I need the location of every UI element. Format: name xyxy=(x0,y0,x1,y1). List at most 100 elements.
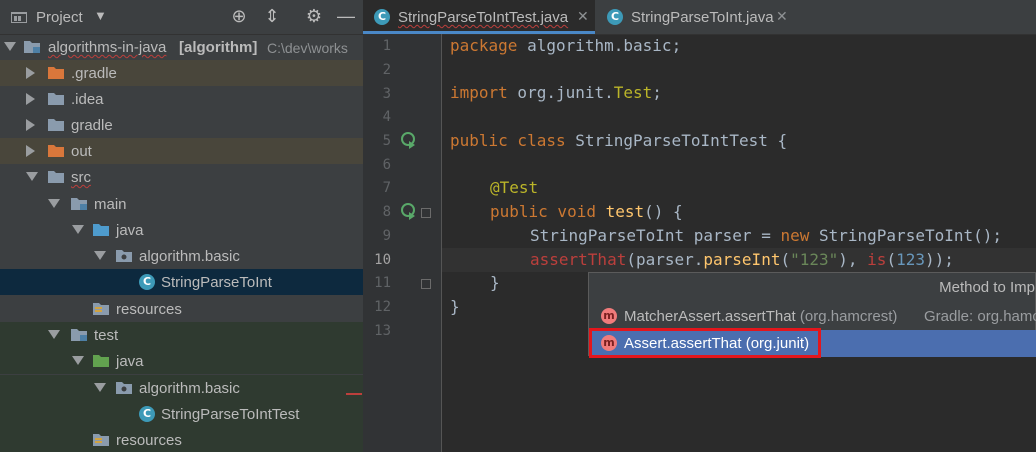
folder-icon xyxy=(48,93,64,105)
expand-arrow-icon[interactable] xyxy=(94,251,106,260)
expand-arrow-icon[interactable] xyxy=(26,172,38,181)
editor: C StringParseToIntTest.java ✕ C StringPa… xyxy=(363,0,1036,452)
tree-item-label: StringParseToInt xyxy=(161,274,272,291)
error-stripe-mark xyxy=(346,393,362,395)
tab-stringparsetoint[interactable]: C StringParseToInt.java ✕ xyxy=(596,0,796,34)
expand-arrow-icon[interactable] xyxy=(94,383,106,392)
tree-item-label: src xyxy=(71,169,91,186)
line-number: 9 xyxy=(382,228,391,244)
line-number: 8 xyxy=(382,204,391,220)
module-folder-icon xyxy=(71,329,87,341)
excluded-folder-icon xyxy=(48,67,64,79)
tree-item-main-java[interactable]: java xyxy=(0,217,363,243)
code-line-3: import org.junit.Test; xyxy=(450,83,662,102)
close-icon[interactable]: ✕ xyxy=(776,8,788,25)
expand-arrow-icon[interactable] xyxy=(48,199,60,208)
package-icon xyxy=(116,382,132,394)
method-icon: m xyxy=(601,308,617,324)
project-panel: Project ▼ ⊕ ⇕ ⚙ — algorithms-in-java [al… xyxy=(0,0,363,452)
line-number-current: 10 xyxy=(374,252,391,268)
tree-item-algorithms-in-java[interactable]: algorithms-in-java [algorithm] C:\dev\wo… xyxy=(0,34,363,60)
close-icon[interactable]: ✕ xyxy=(577,8,589,25)
tree-item-test[interactable]: test xyxy=(0,322,363,348)
code-line-10: assertThat(parser.parseInt("123"), is(12… xyxy=(530,250,954,269)
code-line-11: } xyxy=(490,273,500,292)
code-line-9: StringParseToInt parser = new StringPars… xyxy=(530,226,1003,245)
code-area[interactable]: package algorithm.basic; import org.juni… xyxy=(442,34,1036,452)
line-number: 6 xyxy=(382,157,391,173)
tab-label: StringParseToIntTest.java xyxy=(398,9,569,26)
module-folder-icon xyxy=(24,41,40,53)
tree-item-main-package[interactable]: algorithm.basic xyxy=(0,243,363,269)
code-line-7: @Test xyxy=(490,178,539,197)
source-folder-icon xyxy=(93,224,109,236)
minimize-icon[interactable]: — xyxy=(335,6,357,27)
tree-item-test-resources[interactable]: resources xyxy=(0,427,363,452)
expand-arrow-icon[interactable] xyxy=(26,119,35,131)
module-path: C:\dev\works xyxy=(267,40,348,56)
code-line-12: } xyxy=(450,297,460,316)
import-method-popup: Method to Imp m MatcherAssert.assertThat… xyxy=(588,272,1036,358)
crosshair-icon[interactable]: ⊕ xyxy=(228,6,250,27)
editor-gutter: 1 2 3 4 5 7 6 8 9 10 11 12 13 xyxy=(363,34,442,452)
module-folder-icon xyxy=(71,198,87,210)
tree-item-main[interactable]: main xyxy=(0,191,363,217)
resources-folder-icon xyxy=(93,434,109,446)
code-line-1: package algorithm.basic; xyxy=(450,36,682,55)
popup-title: Method to Imp xyxy=(939,279,1035,296)
code-line-5: public class StringParseToIntTest { xyxy=(450,131,788,150)
gear-icon[interactable]: ⚙ xyxy=(303,6,325,27)
tree-item-label: resources xyxy=(116,432,182,449)
test-source-folder-icon xyxy=(93,355,109,367)
tree-item-test-package[interactable]: algorithm.basic xyxy=(0,375,363,401)
tree-item-stringparsetoint[interactable]: C StringParseToInt xyxy=(0,269,363,295)
class-icon: C xyxy=(374,9,390,25)
package-icon xyxy=(116,250,132,262)
tree-item-label: .gradle xyxy=(71,65,117,82)
tree-item-label: java xyxy=(116,222,144,239)
expand-arrow-icon[interactable] xyxy=(72,356,84,365)
tree-item-test-java[interactable]: java xyxy=(0,348,363,374)
class-icon: C xyxy=(607,9,623,25)
tree-item-out[interactable]: out xyxy=(0,138,363,164)
chevron-down-icon[interactable]: ▼ xyxy=(94,8,107,23)
expand-arrow-icon[interactable] xyxy=(4,42,16,51)
expand-arrow-icon[interactable] xyxy=(26,93,35,105)
fold-icon[interactable] xyxy=(421,208,431,218)
tab-stringparsetointtest[interactable]: C StringParseToIntTest.java ✕ xyxy=(363,0,595,34)
popup-item-hint: Gradle: org.hamc xyxy=(924,308,1036,325)
tree-item-gradle-cache[interactable]: .gradle xyxy=(0,60,363,86)
expand-arrow-icon[interactable] xyxy=(48,330,60,339)
highlight-box xyxy=(589,328,821,358)
line-number: 5 xyxy=(382,133,391,149)
popup-item-assert[interactable]: m Assert.assertThat (org.junit) xyxy=(589,328,1036,358)
tree-item-main-resources[interactable]: resources xyxy=(0,296,363,322)
expand-arrow-icon[interactable] xyxy=(72,225,84,234)
folder-icon xyxy=(48,171,64,183)
line-number: 7 xyxy=(382,180,391,196)
tree-item-label: main xyxy=(94,196,127,213)
expand-arrow-icon[interactable] xyxy=(26,145,35,157)
expand-arrow-icon[interactable] xyxy=(26,67,35,79)
tree-item-gradle[interactable]: gradle xyxy=(0,112,363,138)
collapse-all-icon[interactable]: ⇕ xyxy=(261,6,283,27)
tree-item-label: test xyxy=(94,327,119,344)
project-panel-header: Project ▼ ⊕ ⇕ ⚙ — xyxy=(0,0,363,35)
tree-item-idea[interactable]: .idea xyxy=(0,86,363,112)
fold-icon[interactable] xyxy=(421,279,431,289)
code-line-8: public void test() { xyxy=(490,202,683,221)
tree-item-src[interactable]: src xyxy=(0,164,363,190)
folder-icon xyxy=(48,119,64,131)
project-panel-title[interactable]: Project xyxy=(36,9,83,26)
run-test-icon[interactable] xyxy=(400,131,418,149)
popup-item-label: MatcherAssert.assertThat (org.hamcrest) xyxy=(624,308,898,325)
run-test-icon[interactable] xyxy=(400,202,418,220)
editor-tabs: C StringParseToIntTest.java ✕ C StringPa… xyxy=(363,0,1036,35)
resources-folder-icon xyxy=(93,303,109,315)
tree-item-stringparsetointtest[interactable]: C StringParseToIntTest xyxy=(0,401,363,427)
popup-item-matcherassert[interactable]: m MatcherAssert.assertThat (org.hamcrest… xyxy=(589,303,1036,330)
excluded-folder-icon xyxy=(48,145,64,157)
tree-item-label: resources xyxy=(116,301,182,318)
tree-item-label: algorithm.basic xyxy=(139,248,240,265)
tree-item-label: gradle xyxy=(71,117,113,134)
